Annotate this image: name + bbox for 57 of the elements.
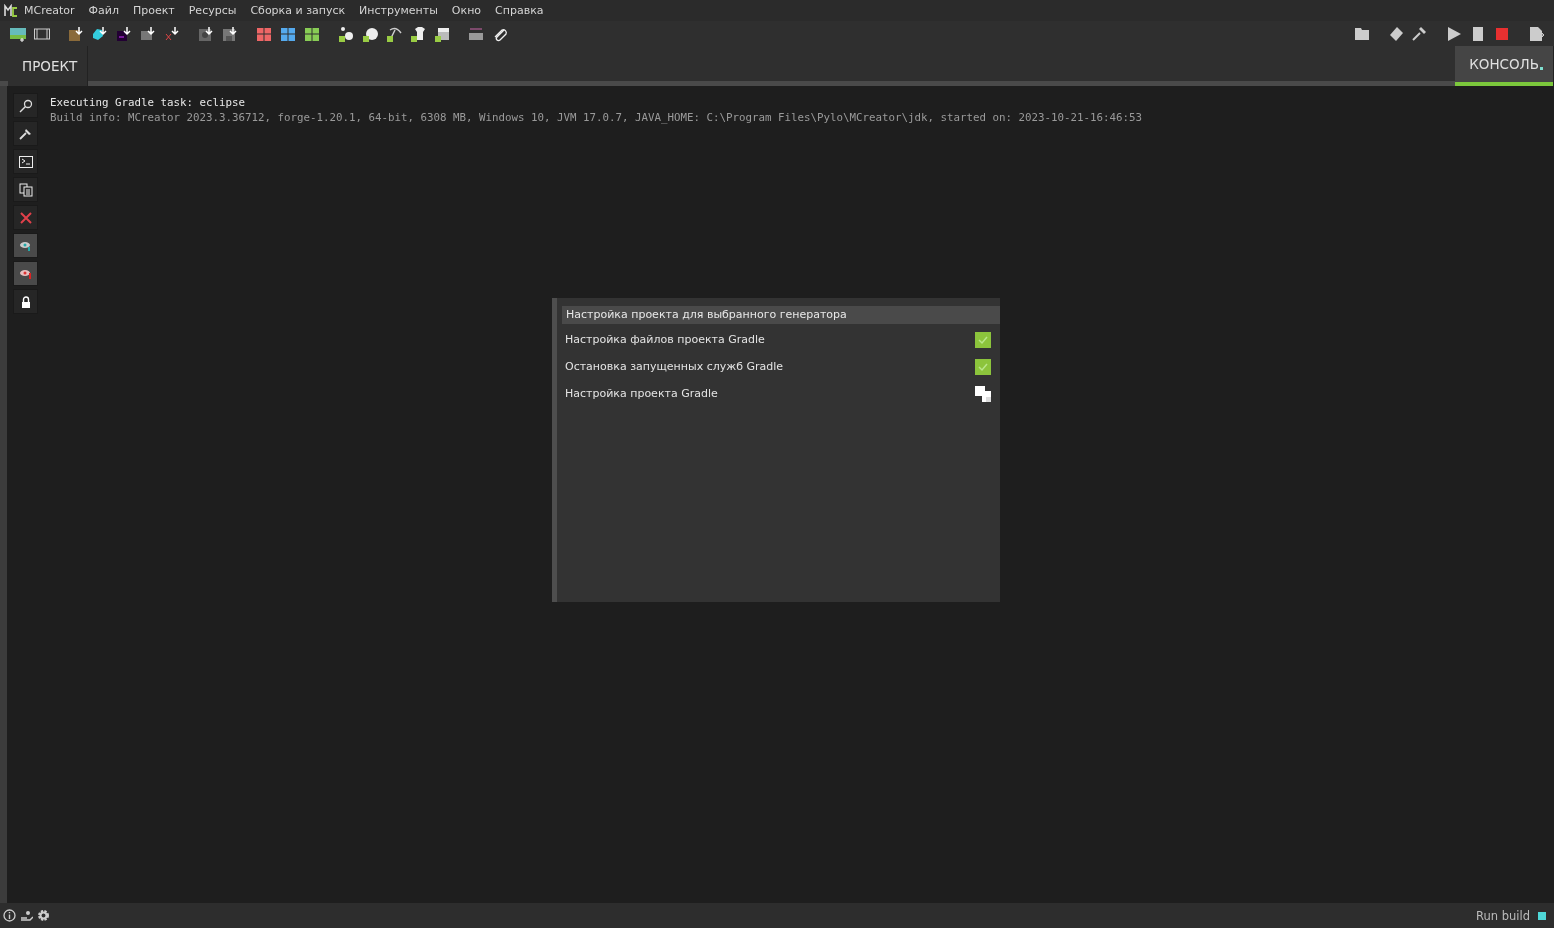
texture-import-icon[interactable] [116, 25, 132, 42]
search-icon [18, 98, 33, 113]
tab[interactable]: ПРОЕКТ [8, 46, 89, 86]
grid-icon[interactable] [256, 25, 272, 42]
hammer-icon[interactable] [1412, 25, 1428, 42]
menu-item[interactable]: MCreator [18, 4, 82, 17]
cube-add-icon[interactable] [434, 25, 450, 42]
export-icon[interactable] [1528, 25, 1544, 42]
tool-button[interactable] [13, 149, 38, 174]
image-add-icon[interactable] [10, 25, 26, 42]
terminal-icon [18, 155, 33, 168]
copy-icon [18, 182, 33, 197]
eraser-icon[interactable] [1388, 25, 1404, 42]
app-logo-icon [4, 3, 18, 18]
close-icon [19, 211, 32, 224]
menu-item[interactable]: Файл [81, 4, 126, 17]
hammer-icon [18, 126, 33, 141]
sound-import-icon[interactable] [140, 25, 156, 42]
lock-icon [20, 295, 31, 308]
play-icon[interactable] [1446, 25, 1462, 42]
gem-import-icon[interactable] [92, 25, 108, 42]
menu-item[interactable]: Сборка и запуск [243, 4, 353, 17]
disc-import-icon[interactable] [198, 25, 214, 42]
folder-icon[interactable] [1354, 25, 1370, 42]
floppy-import-icon[interactable] [222, 25, 238, 42]
tool-button[interactable] [13, 233, 38, 258]
tool-button[interactable] [13, 289, 38, 314]
tool-button[interactable] [13, 261, 38, 286]
blob-add-icon[interactable] [362, 25, 378, 42]
console-line: Build info: MCreator 2023.3.36712, forge-1.20.1, 64-bit, 6308 MB, Windows 10, JVM 17.0.7, JAVA_HOME: C:\Program Files\Pylo\MCreator\jdk, started on: 2023-10-21-16:46:53 [50, 110, 1144, 125]
grid-icon[interactable] [304, 25, 320, 42]
tool-button[interactable] [13, 121, 38, 146]
stop-icon[interactable] [1470, 25, 1486, 42]
menu-item[interactable]: Ресурсы [181, 4, 244, 17]
block-import-icon[interactable] [68, 25, 84, 42]
task-label: Настройка файлов проекта Gradle [565, 333, 766, 346]
grid-icon[interactable] [280, 25, 296, 42]
settings-icon[interactable] [37, 909, 50, 922]
task-label: Остановка запущенных служб Gradle [565, 360, 784, 373]
info-icon[interactable] [3, 909, 16, 922]
shirt-add-icon[interactable] [410, 25, 426, 42]
eye-icon [19, 240, 32, 251]
tool-button[interactable] [13, 93, 38, 118]
menu-item[interactable]: Проект [125, 4, 182, 17]
console-line: Executing Gradle task: eclipse [50, 95, 246, 110]
status-indicator-icon [1538, 911, 1546, 920]
status-text: Run build [1476, 908, 1530, 923]
task-label: Настройка проекта Gradle [565, 387, 719, 400]
tab[interactable]: КОНСОЛЬ [1455, 46, 1554, 86]
pickaxe-add-icon[interactable] [386, 25, 402, 42]
eye-icon [19, 268, 32, 279]
film-icon[interactable] [34, 25, 50, 42]
dialog-title: Настройка проекта для выбранного генератора [562, 306, 1000, 324]
hand-icon[interactable] [20, 909, 33, 922]
menu-item[interactable]: Инструменты [352, 4, 445, 17]
menu-item[interactable]: Окно [444, 4, 489, 17]
menu-item[interactable]: Справка [488, 4, 551, 17]
